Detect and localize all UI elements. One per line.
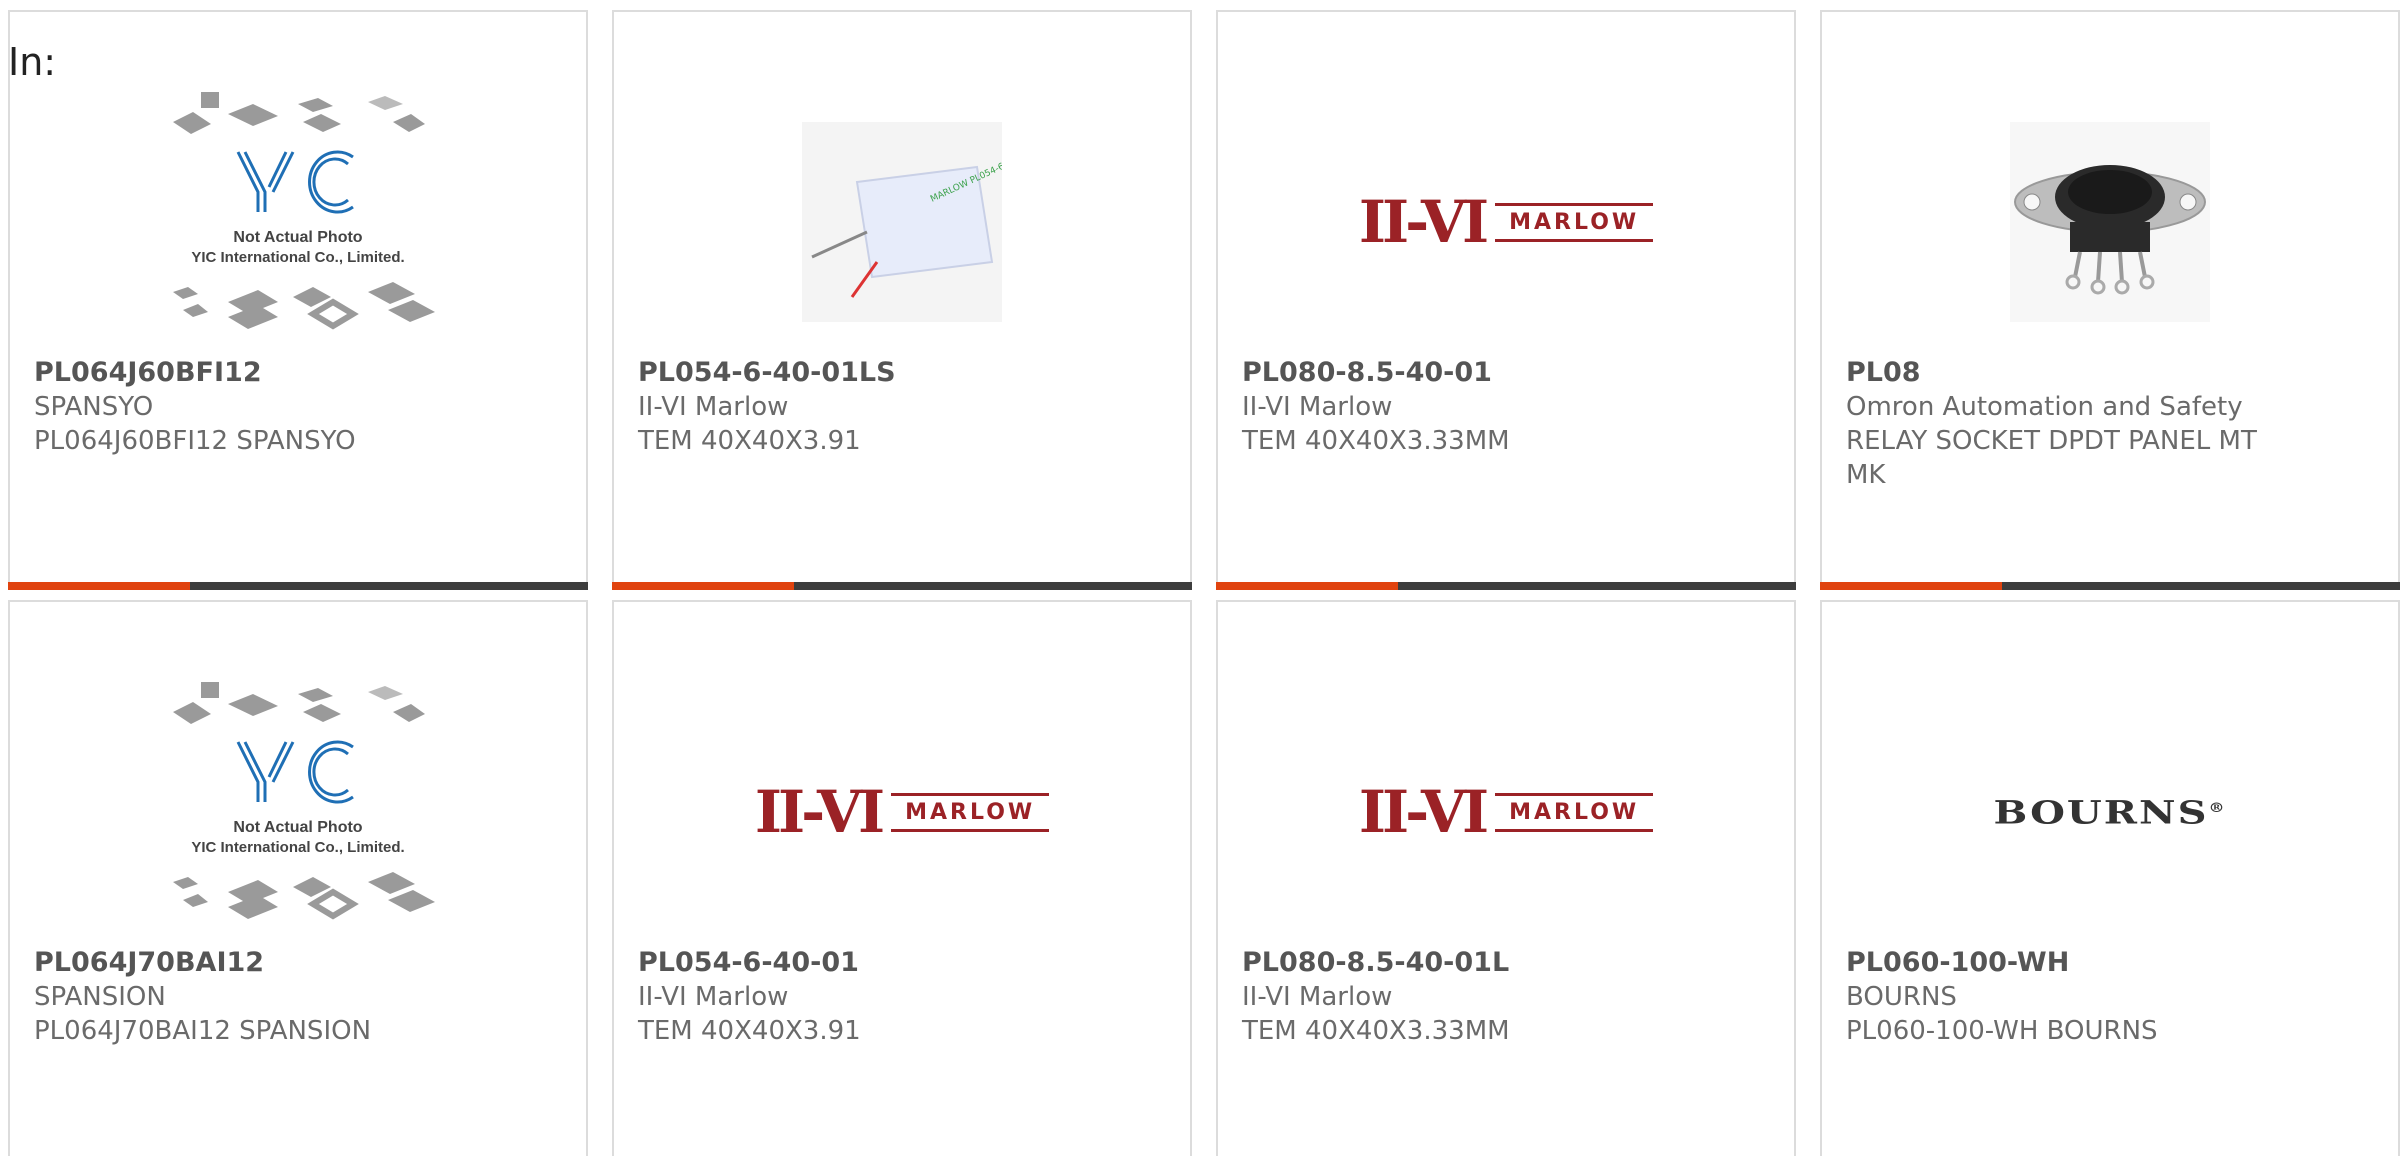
product-info: PL054-6-40-01LS II-VI Marlow TEM 40X40X3… (638, 356, 1166, 458)
card-bottom-bar (8, 582, 588, 590)
part-number-link[interactable]: PL080-8.5-40-01L (1242, 946, 1770, 980)
marlow-logo: II-VI MARLOW (1359, 193, 1654, 251)
marlow-logo: II-VI MARLOW (1359, 783, 1654, 841)
product-card[interactable]: PL08 Omron Automation and Safety RELAY S… (1820, 10, 2400, 590)
manufacturer: II-VI Marlow (638, 982, 789, 1012)
card-accent-bar (1216, 582, 1398, 590)
description: TEM 40X40X3.33MM (1242, 426, 1510, 456)
description: PL064J70BAI12 SPANSION (34, 1016, 372, 1046)
card-accent-bar (612, 582, 794, 590)
svg-text:YIC International Co., Limited: YIC International Co., Limited. (191, 839, 404, 856)
description: TEM 40X40X3.91 (638, 426, 861, 456)
svg-text:YIC International Co., Limited: YIC International Co., Limited. (191, 249, 404, 266)
description: PL064J60BFI12 SPANSYO (34, 426, 356, 456)
product-info: PL060-100-WH BOURNS PL060-100-WH BOURNS (1846, 946, 2374, 1048)
product-image[interactable]: II-VI MARLOW (614, 682, 1190, 942)
product-card[interactable]: Not Actual Photo YIC International Co., … (8, 10, 588, 590)
part-number-link[interactable]: PL080-8.5-40-01 (1242, 356, 1770, 390)
product-card[interactable]: MARLOW PL054-6-40-01L PL054-6-40-01LS II… (612, 10, 1192, 590)
relay-socket-image (2010, 122, 2210, 322)
product-image[interactable]: II-VI MARLOW (1218, 92, 1794, 352)
manufacturer: BOURNS (1846, 982, 1957, 1012)
manufacturer: SPANSION (34, 982, 166, 1012)
product-image[interactable]: Not Actual Photo YIC International Co., … (10, 92, 586, 352)
part-number-link[interactable]: PL08 (1846, 356, 2374, 390)
card-bottom-bar (1820, 582, 2400, 590)
peltier-module-image: MARLOW PL054-6-40-01L (802, 122, 1002, 322)
part-number-link[interactable]: PL064J70BAI12 (34, 946, 562, 980)
product-card[interactable]: Not Actual Photo YIC International Co., … (8, 600, 588, 1156)
description: PL060-100-WH BOURNS (1846, 1016, 2158, 1046)
product-info: PL054-6-40-01 II-VI Marlow TEM 40X40X3.9… (638, 946, 1166, 1048)
card-accent-bar (8, 582, 190, 590)
product-image[interactable]: BOURNS® (1822, 682, 2398, 942)
product-image[interactable] (1822, 92, 2398, 352)
product-card[interactable]: II-VI MARLOW PL080-8.5-40-01L II-VI Marl… (1216, 600, 1796, 1156)
svg-text:Not Actual Photo: Not Actual Photo (233, 819, 362, 836)
in-label: In: (8, 40, 57, 84)
product-card[interactable]: II-VI MARLOW PL080-8.5-40-01 II-VI Marlo… (1216, 10, 1796, 590)
product-image[interactable]: Not Actual Photo YIC International Co., … (10, 682, 586, 942)
part-number-link[interactable]: PL060-100-WH (1846, 946, 2374, 980)
manufacturer: II-VI Marlow (1242, 392, 1393, 422)
yic-placeholder-image: Not Actual Photo YIC International Co., … (173, 92, 435, 330)
product-image[interactable]: II-VI MARLOW (1218, 682, 1794, 942)
product-info: PL064J60BFI12 SPANSYO PL064J60BFI12 SPAN… (34, 356, 562, 458)
product-image[interactable]: MARLOW PL054-6-40-01L (614, 92, 1190, 352)
product-info: PL064J70BAI12 SPANSION PL064J70BAI12 SPA… (34, 946, 562, 1048)
product-info: PL080-8.5-40-01L II-VI Marlow TEM 40X40X… (1242, 946, 1770, 1048)
product-info: PL080-8.5-40-01 II-VI Marlow TEM 40X40X3… (1242, 356, 1770, 458)
description: RELAY SOCKET DPDT PANEL MT MK (1846, 426, 2257, 490)
manufacturer: SPANSYO (34, 392, 154, 422)
product-card[interactable]: BOURNS® PL060-100-WH BOURNS PL060-100-WH… (1820, 600, 2400, 1156)
card-accent-bar (1820, 582, 2002, 590)
card-bottom-bar (1216, 582, 1796, 590)
part-number-link[interactable]: PL064J60BFI12 (34, 356, 562, 390)
bourns-logo: BOURNS® (1993, 793, 2227, 831)
manufacturer: Omron Automation and Safety (1846, 392, 2243, 422)
product-card[interactable]: II-VI MARLOW PL054-6-40-01 II-VI Marlow … (612, 600, 1192, 1156)
manufacturer: II-VI Marlow (1242, 982, 1393, 1012)
part-number-link[interactable]: PL054-6-40-01 (638, 946, 1166, 980)
manufacturer: II-VI Marlow (638, 392, 789, 422)
part-number-link[interactable]: PL054-6-40-01LS (638, 356, 1166, 390)
svg-text:Not Actual Photo: Not Actual Photo (233, 229, 362, 246)
yic-placeholder-image: Not Actual Photo YIC International Co., … (173, 682, 435, 920)
product-info: PL08 Omron Automation and Safety RELAY S… (1846, 356, 2374, 492)
card-bottom-bar (612, 582, 1192, 590)
description: TEM 40X40X3.33MM (1242, 1016, 1510, 1046)
description: TEM 40X40X3.91 (638, 1016, 861, 1046)
marlow-logo: II-VI MARLOW (755, 783, 1050, 841)
